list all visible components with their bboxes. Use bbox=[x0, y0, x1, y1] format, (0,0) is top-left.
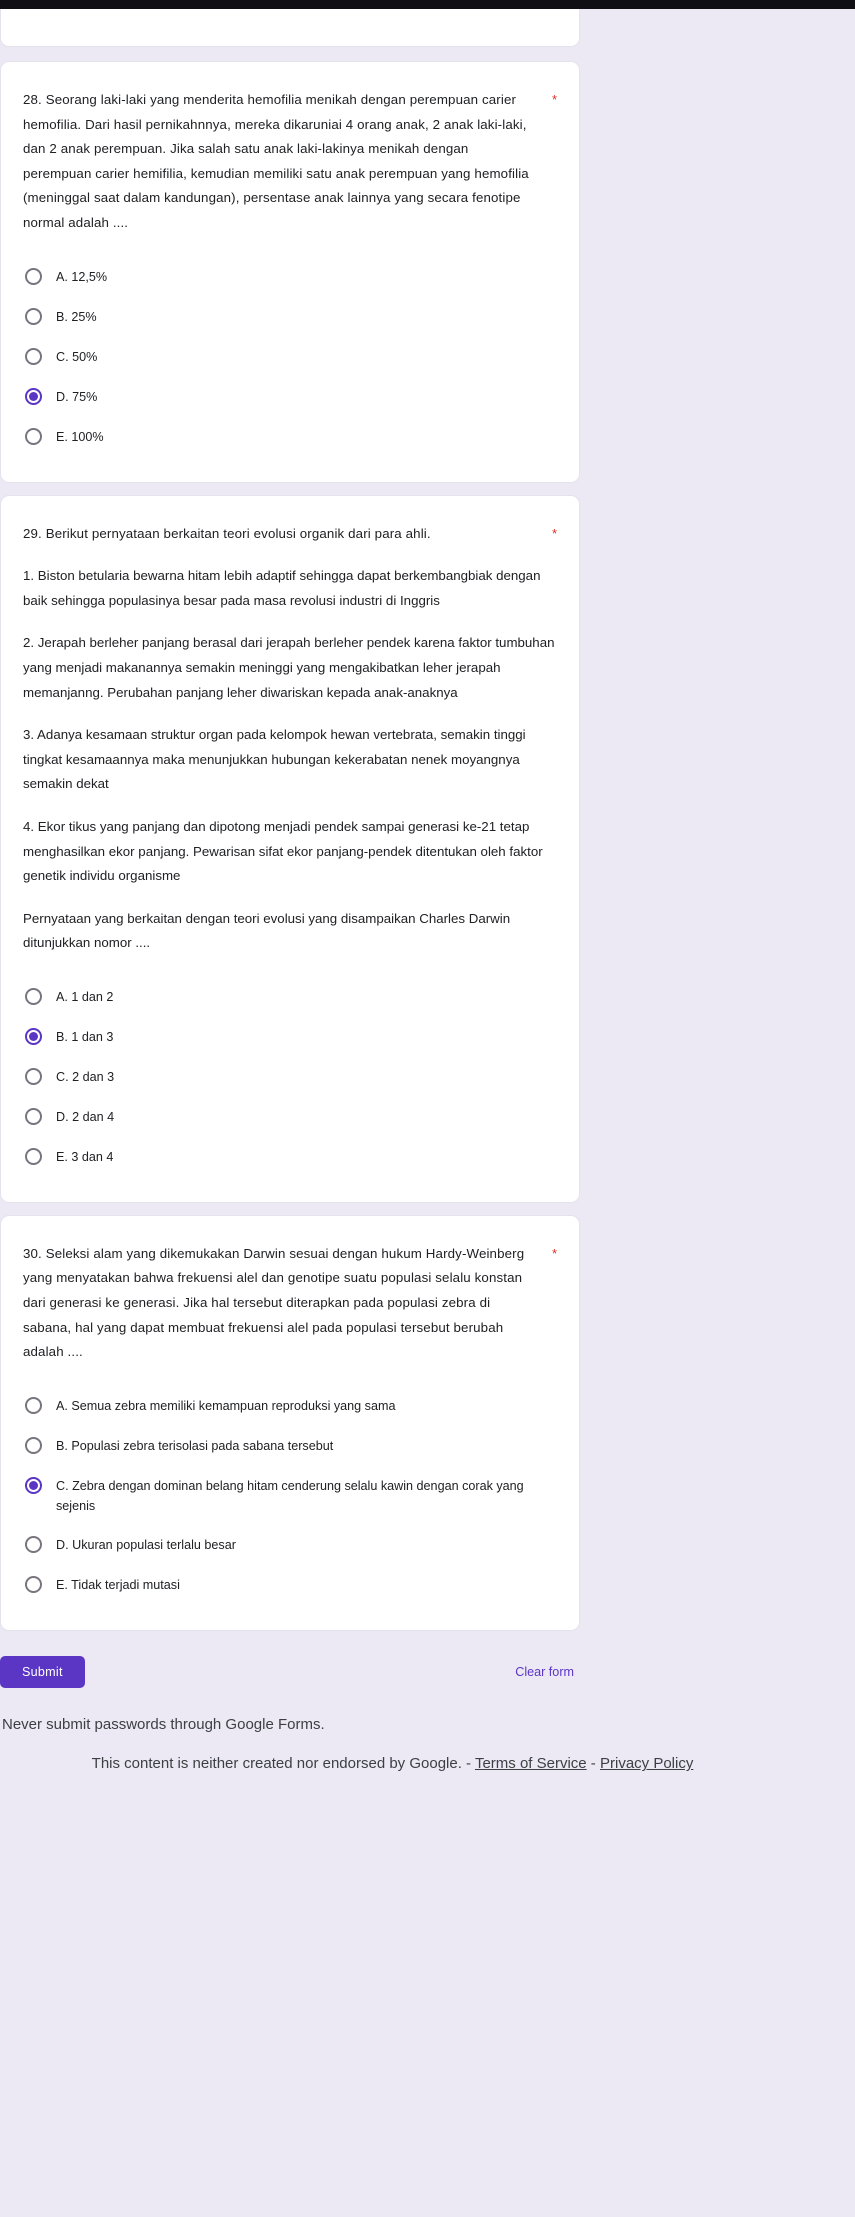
option-29-a[interactable]: A. 1 dan 2 bbox=[23, 978, 557, 1018]
option-label-28-c: C. 50% bbox=[56, 349, 98, 364]
option-label-28-a: A. 12,5% bbox=[56, 269, 108, 284]
questions-container: 28. Seorang laki-laki yang menderita hem… bbox=[0, 9, 580, 1735]
radio-icon-28-b[interactable] bbox=[25, 307, 42, 325]
option-30-b[interactable]: B. Populasi zebra terisolasi pada sabana… bbox=[23, 1427, 557, 1467]
radio-icon-30-a[interactable] bbox=[25, 1396, 42, 1414]
radio-icon-30-b[interactable] bbox=[25, 1436, 42, 1454]
question-30-title: 30. Seleksi alam yang dikemukakan Darwin… bbox=[23, 1245, 525, 1360]
browser-top-bar bbox=[0, 0, 855, 9]
option-label-29-c: C. 2 dan 3 bbox=[56, 1069, 115, 1084]
google-legal-footer: This content is neither created nor endo… bbox=[0, 1735, 855, 1800]
radio-icon-30-d[interactable] bbox=[25, 1535, 42, 1553]
previous-question-card-partial bbox=[0, 9, 580, 47]
option-label-30-e: E. Tidak terjadi mutasi bbox=[56, 1577, 180, 1592]
question-card-30: 30. Seleksi alam yang dikemukakan Darwin… bbox=[0, 1214, 580, 1631]
option-29-c[interactable]: C. 2 dan 3 bbox=[23, 1058, 557, 1098]
option-30-d[interactable]: D. Ukuran populasi terlalu besar bbox=[23, 1526, 557, 1566]
option-label-28-b: B. 25% bbox=[56, 309, 97, 324]
option-label-29-a: A. 1 dan 2 bbox=[56, 989, 114, 1004]
option-label-29-b: B. 1 dan 3 bbox=[56, 1029, 114, 1044]
option-30-e[interactable]: E. Tidak terjadi mutasi bbox=[23, 1566, 557, 1606]
question-card-28: 28. Seorang laki-laki yang menderita hem… bbox=[0, 61, 580, 483]
question-29-closing: Pernyataan yang berkaitan dengan teori e… bbox=[23, 910, 511, 951]
radio-icon-28-e[interactable] bbox=[25, 427, 42, 445]
option-29-e[interactable]: E. 3 dan 4 bbox=[23, 1138, 557, 1178]
radio-icon-28-c[interactable] bbox=[25, 347, 42, 365]
password-notice: Never submit passwords through Google Fo… bbox=[2, 1715, 325, 1733]
option-28-c[interactable]: C. 50% bbox=[23, 338, 557, 378]
radio-icon-29-c[interactable] bbox=[25, 1067, 42, 1085]
option-label-29-d: D. 2 dan 4 bbox=[56, 1109, 115, 1124]
required-asterisk-29: * bbox=[551, 525, 557, 541]
option-28-d[interactable]: D. 75% bbox=[23, 378, 557, 418]
option-29-d[interactable]: D. 2 dan 4 bbox=[23, 1098, 557, 1138]
radio-icon-30-e[interactable] bbox=[25, 1575, 42, 1593]
question-29-statement-2: 2. Jerapah berleher panjang berasal dari… bbox=[23, 635, 555, 700]
legal-prefix-text: This content is neither created nor endo… bbox=[91, 1755, 475, 1773]
question-29-options: A. 1 dan 2 B. 1 dan 3 C. 2 dan 3 D. 2 da… bbox=[23, 978, 557, 1178]
option-30-c[interactable]: C. Zebra dengan dominan belang hitam cen… bbox=[23, 1467, 557, 1526]
question-28-options: A. 12,5% B. 25% C. 50% D. 75% E. 100% bbox=[23, 258, 557, 458]
option-28-b[interactable]: B. 25% bbox=[23, 298, 557, 338]
question-28-title: 28. Seorang laki-laki yang menderita hem… bbox=[23, 92, 529, 230]
option-label-30-a: A. Semua zebra memiliki kemampuan reprod… bbox=[56, 1398, 396, 1413]
radio-icon-28-d[interactable] bbox=[25, 387, 42, 405]
option-28-a[interactable]: A. 12,5% bbox=[23, 258, 557, 298]
required-asterisk-28: * bbox=[551, 92, 557, 107]
option-label-28-d: D. 75% bbox=[56, 389, 98, 404]
terms-of-service-link[interactable]: Terms of Service bbox=[475, 1755, 587, 1772]
required-asterisk-30: * bbox=[551, 1245, 557, 1261]
option-label-30-d: D. Ukuran populasi terlalu besar bbox=[56, 1537, 236, 1552]
option-label-30-b: B. Populasi zebra terisolasi pada sabana… bbox=[56, 1438, 334, 1453]
clear-form-link[interactable]: Clear form bbox=[515, 1665, 580, 1679]
option-label-28-e: E. 100% bbox=[56, 429, 104, 444]
radio-icon-29-b[interactable] bbox=[25, 1027, 42, 1045]
radio-icon-28-a[interactable] bbox=[25, 267, 42, 285]
question-28-header: 28. Seorang laki-laki yang menderita hem… bbox=[23, 88, 557, 236]
question-card-29: 29. Berikut pernyataan berkaitan teori e… bbox=[0, 494, 580, 1203]
option-30-a[interactable]: A. Semua zebra memiliki kemampuan reprod… bbox=[23, 1387, 557, 1427]
question-29-header: 29. Berikut pernyataan berkaitan teori e… bbox=[23, 522, 557, 547]
form-actions: Submit Clear form bbox=[0, 1643, 580, 1694]
question-30-header: 30. Seleksi alam yang dikemukakan Darwin… bbox=[23, 1242, 557, 1365]
radio-icon-29-e[interactable] bbox=[25, 1147, 42, 1165]
submit-button[interactable]: Submit bbox=[0, 1655, 85, 1688]
privacy-policy-link[interactable]: Privacy Policy bbox=[600, 1755, 693, 1772]
question-29-statement-1: 1. Biston betularia bewarna hitam lebih … bbox=[23, 568, 541, 608]
question-29-statement-3: 3. Adanya kesamaan struktur organ pada k… bbox=[23, 727, 526, 792]
option-label-29-e: E. 3 dan 4 bbox=[56, 1149, 114, 1164]
option-29-b[interactable]: B. 1 dan 3 bbox=[23, 1018, 557, 1058]
option-28-e[interactable]: E. 100% bbox=[23, 418, 557, 458]
question-29-statement-4: 4. Ekor tikus yang panjang dan dipotong … bbox=[23, 818, 543, 884]
radio-icon-29-a[interactable] bbox=[25, 987, 42, 1005]
radio-icon-29-d[interactable] bbox=[25, 1107, 42, 1125]
google-form-page: 28. Seorang laki-laki yang menderita hem… bbox=[0, 9, 855, 1800]
question-30-options: A. Semua zebra memiliki kemampuan reprod… bbox=[23, 1387, 557, 1606]
option-label-30-c: C. Zebra dengan dominan belang hitam cen… bbox=[56, 1478, 524, 1514]
radio-icon-30-c[interactable] bbox=[25, 1476, 42, 1494]
legal-separator: - bbox=[586, 1755, 600, 1773]
question-29-title: 29. Berikut pernyataan berkaitan teori e… bbox=[23, 525, 431, 541]
